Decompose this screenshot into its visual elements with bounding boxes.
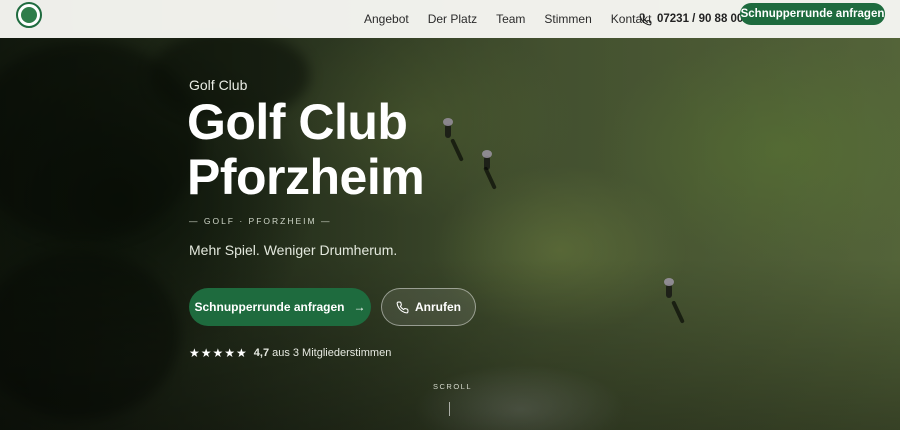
top-navbar: Angebot Der Platz Team Stimmen Kontakt 0… [0, 0, 900, 38]
hero-tagline: — GOLF · PFORZHEIM — [189, 216, 332, 226]
scroll-indicator-label[interactable]: SCROLL [433, 382, 472, 391]
arrow-right-icon: → [353, 300, 366, 314]
phone-number: 07231 / 90 88 00 [657, 13, 744, 25]
scroll-indicator-line [449, 402, 450, 416]
hero-eyebrow: Golf Club [189, 77, 248, 93]
rating-text: aus 3 Mitgliederstimmen [272, 347, 392, 359]
golf-club-logo-icon[interactable] [16, 2, 42, 28]
request-trial-round-button[interactable]: Schnupperrunde anfragen → [189, 288, 371, 326]
member-rating: ★★★★★ 4,7 aus 3 Mitgliederstimmen [189, 346, 391, 360]
nav-link-angebot[interactable]: Angebot [364, 12, 409, 26]
hero-title-line2: Pforzheim [187, 149, 425, 205]
nav-cta-button[interactable]: Schnupperrunde anfragen [740, 3, 885, 25]
call-button-label: Anrufen [415, 300, 461, 314]
phone-icon [639, 13, 652, 25]
nav-link-team[interactable]: Team [496, 12, 525, 26]
nav-link-der-platz[interactable]: Der Platz [428, 12, 477, 26]
nav-links: Angebot Der Platz Team Stimmen Kontakt [364, 0, 670, 38]
call-button[interactable]: Anrufen [381, 288, 476, 326]
logo-emblem [21, 7, 37, 23]
nav-phone-link[interactable]: 07231 / 90 88 00 [639, 0, 743, 38]
hero-title-line1: Golf Club [187, 94, 408, 150]
star-rating-icon: ★★★★★ [189, 346, 248, 360]
hero-overlay [0, 0, 900, 430]
phone-icon [396, 301, 409, 313]
hero-subtitle: Mehr Spiel. Weniger Drumherum. [189, 242, 398, 258]
request-trial-round-label: Schnupperrunde anfragen [194, 300, 345, 314]
hero-title: Golf Club Pforzheim [187, 95, 517, 205]
rating-value: 4,7 [253, 347, 270, 359]
nav-link-stimmen[interactable]: Stimmen [544, 12, 591, 26]
